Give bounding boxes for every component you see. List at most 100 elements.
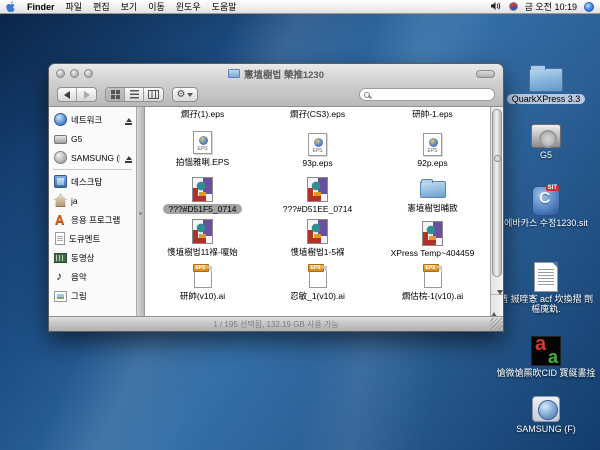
minimize-button[interactable] bbox=[70, 69, 79, 78]
sidebar-devices: 네트워크 G5 SAMSUNG (F) bbox=[49, 110, 136, 167]
sidebar-item[interactable]: 음악 bbox=[49, 267, 136, 286]
sidebar-item[interactable]: SAMSUNG (F) bbox=[49, 148, 136, 167]
menu-bar: Finder 파일 편집 보기 이동 윈도우 도움말 금 오전 10:19 bbox=[0, 0, 600, 14]
menu-items: 파일 편집 보기 이동 윈도우 도움말 bbox=[66, 0, 237, 13]
file-item[interactable]: 爓估梡-1(v10).ai bbox=[375, 259, 490, 303]
sidebar-places: 데스크탑 ja 응용 프로그램 도큐멘트 동영상 bbox=[49, 172, 136, 305]
chevron-down-icon bbox=[187, 93, 193, 100]
desktop-icon-label: QuarkXPress 3.3 bbox=[507, 94, 586, 104]
close-button[interactable] bbox=[56, 69, 65, 78]
file-label: 憲埴樹법晡敃 bbox=[402, 202, 462, 214]
menu-app-name[interactable]: Finder bbox=[27, 2, 55, 12]
list-view-button[interactable] bbox=[125, 88, 144, 101]
eject-icon[interactable] bbox=[124, 153, 133, 163]
sidebar-item-label: 도큐멘트 bbox=[69, 233, 133, 245]
file-item[interactable]: 92p.eps bbox=[375, 121, 490, 169]
scrollbar-thumb[interactable] bbox=[492, 109, 502, 277]
desktop-icon[interactable]: 愴微愴羆欥CID 寳綖畵捦 bbox=[494, 336, 598, 378]
action-menu-button[interactable]: ⚙ bbox=[172, 87, 198, 102]
desktop-icon-image bbox=[531, 124, 561, 148]
file-item[interactable]: 忍敏_1(v10).ai bbox=[260, 259, 375, 303]
file-label: 忍敏_1(v10).ai bbox=[285, 290, 350, 302]
file-label: 研帥(v10).ai bbox=[175, 290, 230, 302]
sidebar-item[interactable]: 그림 bbox=[49, 286, 136, 305]
window-title: 憲埴樹법 榮推1230 bbox=[49, 67, 503, 81]
file-item[interactable]: 93p.eps bbox=[260, 121, 375, 169]
desktop-icon[interactable]: 猪 揻喹愙 acf 坎換摺 劑 榣廆釚. bbox=[494, 262, 598, 315]
desktop-icon[interactable]: 에바카스 수정1230.sit bbox=[494, 186, 598, 228]
file-item[interactable]: ???#D51F5_0714 bbox=[145, 169, 260, 215]
blue-sphere-icon[interactable] bbox=[584, 2, 594, 12]
search-input[interactable] bbox=[359, 88, 495, 101]
menu-clock[interactable]: 금 오전 10:19 bbox=[525, 0, 577, 13]
file-label: 愯埴樹법1-5褓 bbox=[285, 246, 349, 258]
sidebar-item[interactable]: 도큐멘트 bbox=[49, 229, 136, 248]
menu-item[interactable]: 편집 bbox=[93, 0, 110, 13]
file-item[interactable]: 研帥-1.eps bbox=[375, 107, 490, 121]
toolbar-toggle-button[interactable] bbox=[476, 70, 495, 78]
menu-item[interactable]: 보기 bbox=[121, 0, 138, 13]
desktop-icon-image bbox=[534, 262, 558, 292]
sidebar-item-label: 음악 bbox=[71, 271, 133, 283]
menu-item[interactable]: 이동 bbox=[148, 0, 165, 13]
navigation-buttons bbox=[57, 87, 97, 102]
file-item[interactable] bbox=[145, 303, 260, 316]
file-item[interactable]: 拍惱雅唎.EPS bbox=[145, 121, 260, 169]
file-item[interactable]: 爓孖(1).eps bbox=[145, 107, 260, 121]
file-item[interactable] bbox=[260, 303, 375, 316]
file-item[interactable]: 憲埴樹법晡敃 bbox=[375, 169, 490, 215]
korean-flag-input-icon[interactable] bbox=[509, 2, 518, 11]
icon-view-button[interactable] bbox=[106, 88, 125, 101]
file-item[interactable]: 研帥(v10).ai bbox=[145, 259, 260, 303]
file-item[interactable]: XPress Temp~404459 bbox=[375, 215, 490, 259]
volume-icon[interactable] bbox=[491, 1, 502, 13]
sidebar-splitter[interactable] bbox=[137, 107, 145, 316]
desktop-icon[interactable]: G5 bbox=[494, 124, 598, 160]
vertical-scrollbar[interactable] bbox=[490, 107, 503, 316]
forward-button[interactable] bbox=[77, 88, 96, 101]
sidebar-item[interactable]: ja bbox=[49, 191, 136, 210]
menu-item[interactable]: 도움말 bbox=[212, 0, 237, 13]
finder-window: 憲埴樹법 榮推1230 ⚙ bbox=[48, 63, 504, 332]
desktop-icon[interactable]: SAMSUNG (F) bbox=[494, 396, 598, 434]
file-list: 爓孖(1).eps 爓孖(CS3).eps 研帥-1.eps 拍惱雅唎.EPS … bbox=[145, 107, 490, 316]
menu-item[interactable]: 윈도우 bbox=[176, 0, 201, 13]
sidebar-item-label: ja bbox=[71, 196, 133, 206]
sidebar-item[interactable]: 동영상 bbox=[49, 248, 136, 267]
desktop-icon-image bbox=[531, 336, 561, 366]
sidebar-item-icon bbox=[54, 151, 67, 164]
file-item[interactable]: 爓孖(CS3).eps bbox=[260, 107, 375, 121]
sidebar: 네트워크 G5 SAMSUNG (F) 데스크 bbox=[49, 107, 137, 316]
desktop-icon-image bbox=[532, 396, 560, 422]
menu-item[interactable]: 파일 bbox=[66, 0, 83, 13]
column-view-icon bbox=[148, 90, 159, 99]
file-item[interactable]: 愯埴樹법1-5褓 bbox=[260, 215, 375, 259]
apple-menu-icon[interactable] bbox=[6, 1, 16, 13]
file-item[interactable]: 愯埴樹법11褓-嗄始 bbox=[145, 215, 260, 259]
sidebar-item-label: G5 bbox=[71, 134, 120, 144]
resize-grip[interactable] bbox=[490, 318, 503, 331]
file-icon bbox=[423, 133, 442, 156]
file-icon bbox=[192, 177, 213, 202]
eject-icon[interactable] bbox=[124, 115, 133, 125]
window-header: 憲埴樹법 榮推1230 ⚙ bbox=[49, 64, 503, 107]
desktop-icon[interactable]: QuarkXPress 3.3 bbox=[494, 64, 598, 104]
sidebar-item-icon bbox=[54, 135, 67, 144]
sidebar-item-icon bbox=[54, 175, 67, 188]
zoom-button[interactable] bbox=[84, 69, 93, 78]
file-icon bbox=[192, 219, 213, 244]
sidebar-item[interactable]: 네트워크 bbox=[49, 110, 136, 129]
sidebar-item[interactable]: 데스크탑 bbox=[49, 172, 136, 191]
column-view-button[interactable] bbox=[144, 88, 163, 101]
file-label: 92p.eps bbox=[412, 158, 452, 168]
sidebar-item[interactable]: G5 bbox=[49, 129, 136, 148]
search-icon bbox=[364, 92, 370, 98]
scrollbar-arrows[interactable] bbox=[491, 294, 503, 316]
title-bar[interactable]: 憲埴樹법 榮推1230 bbox=[49, 64, 503, 83]
sidebar-item-label: 네트워크 bbox=[71, 114, 120, 126]
file-item[interactable]: ???#D51EE_0714 bbox=[260, 169, 375, 215]
file-label: 研帥-1.eps bbox=[407, 108, 458, 120]
file-item[interactable] bbox=[375, 303, 490, 316]
sidebar-item[interactable]: 응용 프로그램 bbox=[49, 210, 136, 229]
back-button[interactable] bbox=[58, 88, 77, 101]
